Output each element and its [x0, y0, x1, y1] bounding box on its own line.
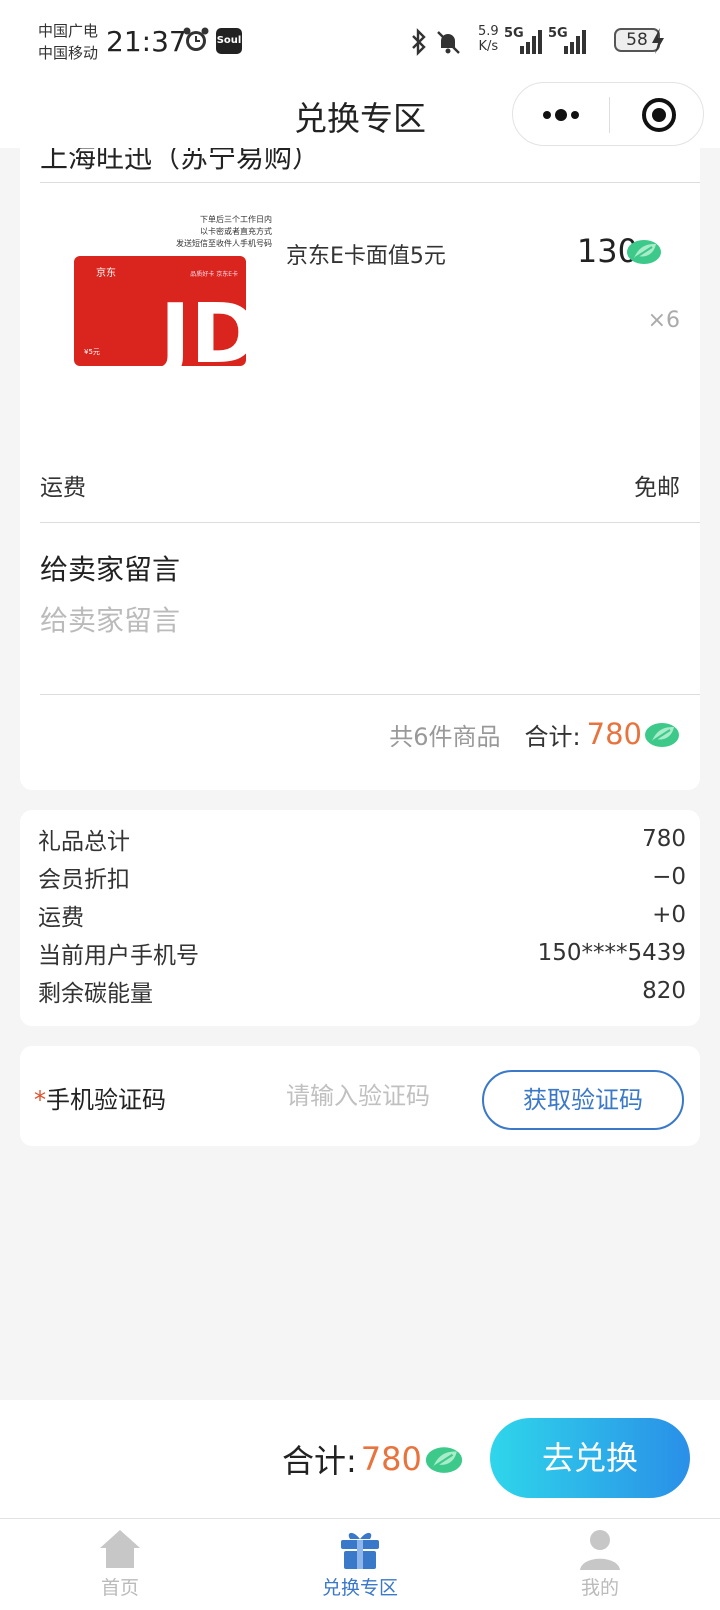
tab-bar: 首页 兑换专区 我的: [0, 1518, 720, 1610]
net-speed: 5.9 K/s: [478, 24, 499, 54]
signal-icon: [520, 30, 542, 54]
seller-message-input[interactable]: [40, 600, 680, 640]
tab-redeem[interactable]: 兑换专区: [300, 1527, 420, 1600]
summary-value: −0: [652, 864, 686, 890]
shipping-value: 免邮: [634, 475, 680, 501]
jd-card-logo: JD: [155, 287, 259, 370]
carrier-1: 中国广电: [38, 22, 99, 40]
jd-card-face-value: ¥5元: [84, 348, 100, 356]
get-code-button[interactable]: 获取验证码: [482, 1070, 684, 1130]
redeem-button[interactable]: 去兑换: [490, 1418, 690, 1498]
summary-card: 礼品总计 780 会员折扣 −0 运费 +0 当前用户手机号 150****54…: [20, 810, 700, 1026]
total-value: 780: [360, 1440, 422, 1478]
carbon-leaf-icon: [645, 723, 679, 747]
shipping-label: 运费: [40, 475, 86, 501]
summary-value: 780: [642, 826, 686, 852]
status-bar: 中国广电 中国移动 21:37 Soul 5.9 K/s 5G 5G 58: [0, 0, 720, 80]
user-icon: [580, 1530, 620, 1570]
net-speed-value: 5.9: [478, 24, 499, 39]
divider: [40, 522, 700, 523]
subtotal-value: 780: [586, 717, 642, 751]
verification-label: *手机验证码: [34, 1080, 166, 1115]
summary-row-gift-total: 礼品总计 780: [38, 820, 686, 858]
more-dots-icon[interactable]: [541, 107, 581, 123]
summary-value: 820: [642, 978, 686, 1004]
product-image-caption-1: 下单后三个工作日内: [200, 214, 272, 224]
home-icon: [100, 1530, 140, 1568]
capsule-divider: [609, 97, 610, 133]
message-title: 给卖家留言: [40, 553, 181, 586]
summary-label: 剩余碳能量: [38, 981, 153, 1007]
signal-icon: [564, 30, 586, 54]
mini-program-capsule: [512, 82, 704, 146]
summary-label: 礼品总计: [38, 829, 130, 855]
summary-row-shipping: 运费 +0: [38, 896, 686, 934]
tab-label: 首页: [100, 1577, 139, 1599]
soul-app-icon: Soul: [216, 28, 242, 54]
total: 合计: 780: [282, 1436, 464, 1482]
order-subtotal-row: 共6件商品 合计: 780: [389, 714, 680, 754]
summary-row-member-discount: 会员折扣 −0: [38, 858, 686, 896]
product-name: 京东E卡面值5元: [286, 244, 446, 269]
summary-label: 当前用户手机号: [38, 943, 199, 969]
tab-label: 我的: [580, 1577, 619, 1599]
subtotal-label: 合计:: [524, 722, 581, 751]
product-image-caption-3: 发送短信至收件人手机号码: [176, 238, 272, 248]
store-name: 上海旺迅（苏宁易购）: [40, 148, 321, 174]
summary-value: 150****5439: [537, 940, 686, 966]
summary-label: 会员折扣: [38, 867, 130, 893]
gift-icon: [341, 1532, 379, 1569]
verification-label-text: 手机验证码: [46, 1086, 166, 1114]
carrier-2: 中国移动: [38, 44, 99, 62]
product-image[interactable]: 下单后三个工作日内 以卡密或者直充方式 发送短信至收件人手机号码 京东 品质好卡…: [72, 210, 272, 370]
summary-row-carbon-balance: 剩余碳能量 820: [38, 972, 686, 1010]
divider: [40, 694, 700, 695]
tab-home[interactable]: 首页: [60, 1527, 180, 1600]
net-speed-unit: K/s: [478, 39, 499, 54]
summary-value: +0: [652, 902, 686, 928]
alarm-icon: [183, 27, 209, 51]
battery-level: 58: [626, 30, 648, 50]
tab-mine[interactable]: 我的: [540, 1527, 660, 1600]
summary-row-phone: 当前用户手机号 150****5439: [38, 934, 686, 972]
product-quantity: ×6: [647, 308, 680, 333]
bluetooth-icon: [412, 28, 426, 56]
status-time: 21:37: [106, 25, 187, 58]
tab-label: 兑换专区: [321, 1577, 398, 1599]
verification-card: *手机验证码 获取验证码: [20, 1046, 700, 1146]
jd-brand-text: 京东: [96, 266, 116, 279]
submit-bar: 合计: 780 去兑换: [0, 1400, 720, 1518]
item-count: 共6件商品: [389, 722, 501, 751]
carbon-leaf-icon: [425, 1447, 463, 1473]
mute-icon: [437, 31, 460, 54]
divider: [40, 182, 700, 183]
soul-app-label: Soul: [216, 35, 242, 46]
target-close-icon[interactable]: [641, 97, 677, 133]
verification-code-input[interactable]: [286, 1076, 486, 1116]
carbon-leaf-icon: [627, 240, 661, 264]
charging-icon: [652, 28, 664, 54]
carrier-names: 中国广电 中国移动: [38, 20, 98, 64]
required-mark: *: [34, 1086, 46, 1114]
total-label: 合计:: [282, 1442, 357, 1480]
product-image-caption-2: 以卡密或者直充方式: [200, 226, 272, 236]
order-card: 上海旺迅（苏宁易购） 下单后三个工作日内 以卡密或者直充方式 发送短信至收件人手…: [20, 148, 700, 790]
summary-label: 运费: [38, 905, 84, 931]
jd-card-slogan: 品质好卡 京东E卡: [190, 270, 238, 278]
nav-header: 兑换专区: [0, 80, 720, 148]
